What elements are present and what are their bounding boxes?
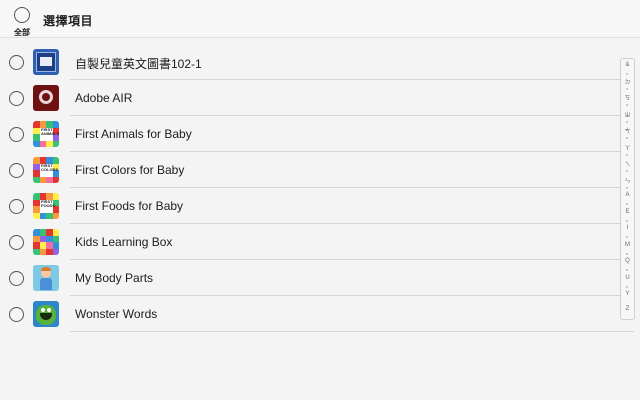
select-all-radio[interactable] [14, 7, 30, 23]
index-letter[interactable]: ㄉ [621, 77, 634, 86]
my-body-parts-icon [33, 265, 59, 291]
item-radio[interactable] [9, 163, 24, 178]
list-item[interactable]: 自製兒童英文圖書102-1 [0, 44, 640, 80]
index-dot [626, 187, 628, 189]
item-radio[interactable] [9, 91, 24, 106]
index-letter[interactable]: M [621, 242, 634, 248]
index-letter[interactable]: ㄎ [621, 93, 634, 102]
app-name: Wonster Words [75, 307, 158, 321]
index-letter[interactable]: Y [621, 291, 634, 297]
list-item[interactable]: My Body Parts [0, 260, 640, 296]
select-all-label: 全部 [14, 28, 30, 37]
app-name: First Animals for Baby [75, 127, 192, 141]
index-dot [626, 154, 628, 156]
index-dot [626, 253, 628, 255]
item-radio[interactable] [9, 271, 24, 286]
list-item[interactable]: FIRST ANIMALS First Animals for Baby [0, 116, 640, 152]
index-letter[interactable]: ㄚ [621, 143, 634, 152]
index-dot [626, 170, 628, 172]
first-colors-icon: FIRST COLORS [33, 157, 59, 183]
index-letter[interactable]: Z [621, 306, 634, 312]
index-letter[interactable]: ㄣ [621, 176, 634, 185]
book-app-icon [33, 49, 59, 75]
list-item[interactable]: Adobe AIR [0, 80, 640, 116]
icon-label: FIRST COLORS [41, 164, 58, 176]
header-bar: 全部 選擇項目 [0, 0, 640, 38]
alphabet-index-scrollbar[interactable]: & ㄉ ㄎ ㄓ ㄘ ㄚ ㄟ ㄣ A E I M Q U Y Z [620, 58, 635, 320]
index-dot [626, 137, 628, 139]
app-list: 自製兒童英文圖書102-1 Adobe AIR FIRST ANIMALS Fi… [0, 44, 640, 332]
index-dot [626, 286, 628, 288]
index-dot [626, 88, 628, 90]
first-animals-icon: FIRST ANIMALS [33, 121, 59, 147]
index-dot [626, 104, 628, 106]
page-title: 選擇項目 [43, 14, 94, 28]
app-name: My Body Parts [75, 271, 154, 285]
item-radio[interactable] [9, 235, 24, 250]
adobe-air-icon [33, 85, 59, 111]
kids-learning-box-icon [33, 229, 59, 255]
first-foods-icon: FIRST FOODS [33, 193, 59, 219]
index-dot [626, 220, 628, 222]
item-radio[interactable] [9, 127, 24, 142]
app-name: First Colors for Baby [75, 163, 185, 177]
index-dot [626, 203, 628, 205]
index-dot [626, 236, 628, 238]
app-name: First Foods for Baby [75, 199, 184, 213]
list-item[interactable]: Wonster Words [0, 296, 640, 332]
index-letter[interactable]: ㄓ [621, 110, 634, 119]
index-letter[interactable]: A [621, 192, 634, 198]
item-radio[interactable] [9, 307, 24, 322]
list-item[interactable]: FIRST FOODS First Foods for Baby [0, 188, 640, 224]
index-letter[interactable]: E [621, 209, 634, 215]
item-radio[interactable] [9, 199, 24, 214]
icon-label: FIRST FOODS [41, 200, 55, 212]
index-dot [626, 73, 628, 75]
index-dot [626, 121, 628, 123]
index-dot [626, 269, 628, 271]
wonster-words-icon [33, 301, 59, 327]
index-letter[interactable]: ㄘ [621, 126, 634, 135]
app-name: 自製兒童英文圖書102-1 [75, 57, 202, 71]
index-letter[interactable]: U [621, 275, 634, 281]
list-item[interactable]: Kids Learning Box [0, 224, 640, 260]
index-letter[interactable]: I [621, 225, 634, 231]
index-letter[interactable]: & [621, 62, 634, 68]
select-all-toggle[interactable]: 全部 [8, 6, 36, 38]
index-letter[interactable]: ㄟ [621, 159, 634, 168]
app-name: Kids Learning Box [75, 235, 173, 249]
app-name: Adobe AIR [75, 91, 133, 105]
list-item[interactable]: FIRST COLORS First Colors for Baby [0, 152, 640, 188]
divider [70, 331, 634, 332]
index-letter[interactable]: Q [621, 258, 634, 264]
item-radio[interactable] [9, 55, 24, 70]
icon-label: FIRST ANIMALS [41, 128, 59, 140]
